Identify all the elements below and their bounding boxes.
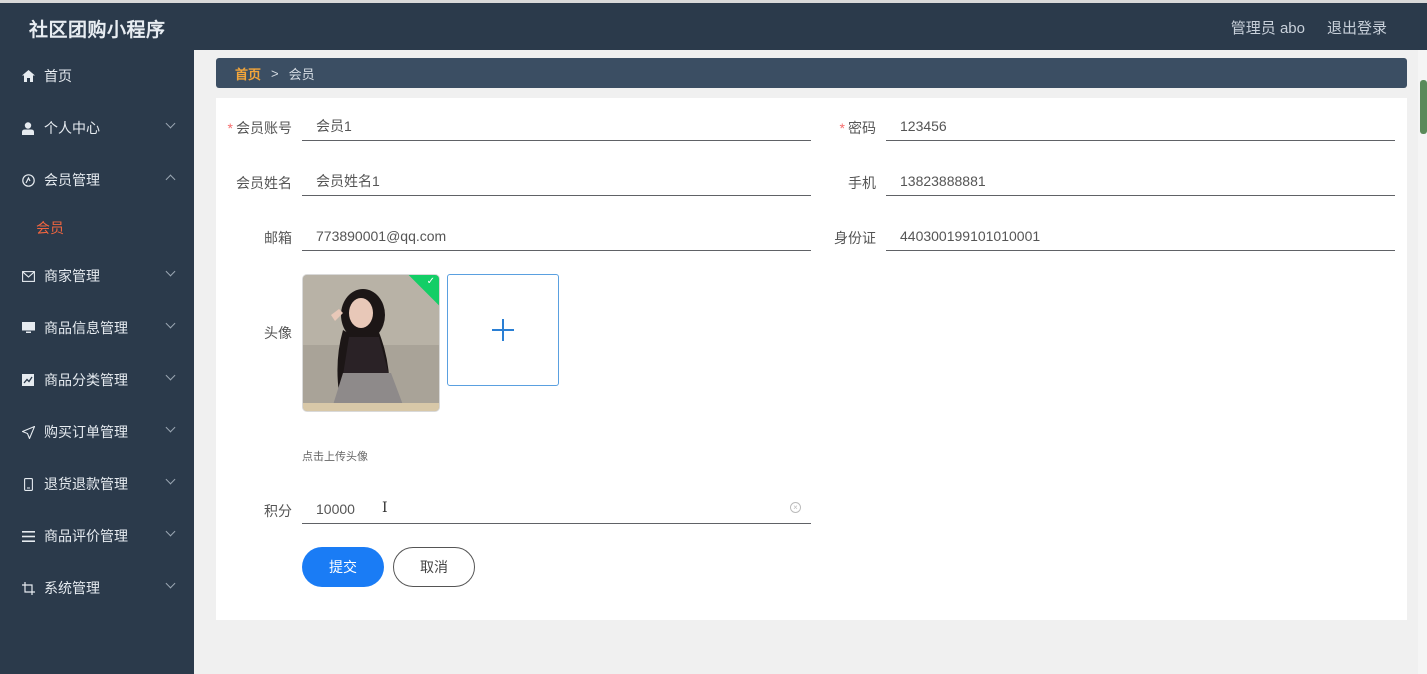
- avatar-upload-hint: 点击上传头像: [302, 451, 368, 463]
- chevron-down-icon: [165, 422, 176, 433]
- cancel-button[interactable]: 取消: [393, 547, 475, 587]
- points-input[interactable]: 10000 I ×: [302, 494, 811, 524]
- chevron-down-icon: [165, 266, 176, 277]
- mail-icon: [21, 269, 35, 283]
- chevron-down-icon: [165, 370, 176, 381]
- crop-icon: [21, 581, 35, 595]
- breadcrumb-separator: >: [271, 65, 279, 81]
- chevron-down-icon: [165, 118, 176, 129]
- email-label: 邮箱: [264, 230, 292, 246]
- submit-button[interactable]: 提交: [302, 547, 384, 587]
- account-label: * 会员账号: [227, 120, 292, 136]
- name-field[interactable]: 会员姓名1: [302, 166, 811, 196]
- sidebar-item-system-management[interactable]: 系统管理: [0, 562, 194, 614]
- points-value: 10000: [316, 500, 355, 517]
- member-icon: [21, 173, 35, 187]
- points-label: 积分: [264, 503, 292, 519]
- chart-icon: [21, 373, 35, 387]
- clear-icon[interactable]: ×: [790, 502, 801, 513]
- check-icon: ✓: [426, 276, 435, 287]
- sidebar-item-label: 商品评价管理: [44, 528, 128, 544]
- sidebar-item-label: 退货退款管理: [44, 476, 128, 492]
- sidebar-item-purchase-orders[interactable]: 购买订单管理: [0, 406, 194, 458]
- chevron-down-icon: [165, 526, 176, 537]
- send-icon: [21, 425, 35, 439]
- chevron-down-icon: [165, 474, 176, 485]
- password-label: * 密码: [839, 120, 876, 136]
- sidebar-item-product-reviews[interactable]: 商品评价管理: [0, 510, 194, 562]
- sidebar-item-refunds[interactable]: 退货退款管理: [0, 458, 194, 510]
- breadcrumb-home[interactable]: 首页: [235, 64, 261, 83]
- app-title: 社区团购小程序: [29, 20, 166, 41]
- sidebar-item-label: 会员管理: [44, 172, 100, 188]
- header-actions: 管理员 abo 退出登录: [1231, 17, 1387, 38]
- sidebar: 首页 个人中心 会员管理 会员 商家管理 商品信息管理 商品分类管理 购买订单管…: [0, 50, 194, 674]
- sidebar-item-product-category[interactable]: 商品分类管理: [0, 354, 194, 406]
- user-icon: [21, 121, 35, 135]
- sidebar-item-member-management[interactable]: 会员管理: [0, 154, 194, 206]
- home-icon: [21, 69, 35, 83]
- logout-link[interactable]: 退出登录: [1327, 17, 1387, 38]
- member-form: * 会员账号 会员1 * 密码 123456 会员姓名 会员姓名1 手机 13823…: [216, 98, 1407, 620]
- avatar-upload-button[interactable]: [447, 274, 559, 386]
- monitor-icon: [21, 321, 35, 335]
- sidebar-item-product-info[interactable]: 商品信息管理: [0, 302, 194, 354]
- admin-user-label[interactable]: 管理员 abo: [1231, 17, 1305, 38]
- sidebar-item-home[interactable]: 首页: [0, 50, 194, 102]
- email-field[interactable]: 773890001@qq.com: [302, 221, 811, 251]
- chevron-down-icon: [165, 318, 176, 329]
- idcard-field[interactable]: 440300199101010001: [886, 221, 1395, 251]
- sidebar-item-label: 商品信息管理: [44, 320, 128, 336]
- text-cursor-icon: I: [382, 500, 388, 516]
- avatar-image: [303, 275, 439, 411]
- mobile-icon: [21, 477, 35, 491]
- sidebar-item-label: 个人中心: [44, 120, 100, 136]
- name-label: 会员姓名: [236, 175, 292, 191]
- sidebar-item-personal-center[interactable]: 个人中心: [0, 102, 194, 154]
- avatar-thumbnail[interactable]: ✓: [302, 274, 440, 412]
- sidebar-subitem-member[interactable]: 会员: [0, 206, 194, 250]
- page-scrollbar-track[interactable]: [1418, 50, 1427, 674]
- chevron-up-icon: [165, 174, 176, 185]
- sidebar-item-merchant-management[interactable]: 商家管理: [0, 250, 194, 302]
- list-icon: [21, 529, 35, 543]
- breadcrumb-current: 会员: [288, 66, 315, 82]
- account-field[interactable]: 会员1: [302, 111, 811, 141]
- sidebar-item-label: 首页: [44, 68, 72, 84]
- idcard-label: 身份证: [834, 230, 876, 246]
- breadcrumb: 首页 > 会员: [216, 58, 1407, 88]
- phone-label: 手机: [848, 175, 876, 191]
- chevron-down-icon: [165, 578, 176, 589]
- sidebar-item-label: 购买订单管理: [44, 424, 128, 440]
- sidebar-item-label: 系统管理: [44, 580, 100, 596]
- main-content: 首页 > 会员 * 会员账号 会员1 * 密码 123456 会员姓名 会员姓名1 …: [194, 50, 1427, 674]
- page-scrollbar-thumb[interactable]: [1420, 80, 1427, 134]
- sidebar-item-label: 商家管理: [44, 268, 100, 284]
- top-header: 社区团购小程序 管理员 abo 退出登录: [0, 0, 1427, 50]
- phone-field[interactable]: 13823888881: [886, 166, 1395, 196]
- sidebar-item-label: 商品分类管理: [44, 372, 128, 388]
- password-field[interactable]: 123456: [886, 111, 1395, 141]
- avatar-label: 头像: [264, 325, 292, 341]
